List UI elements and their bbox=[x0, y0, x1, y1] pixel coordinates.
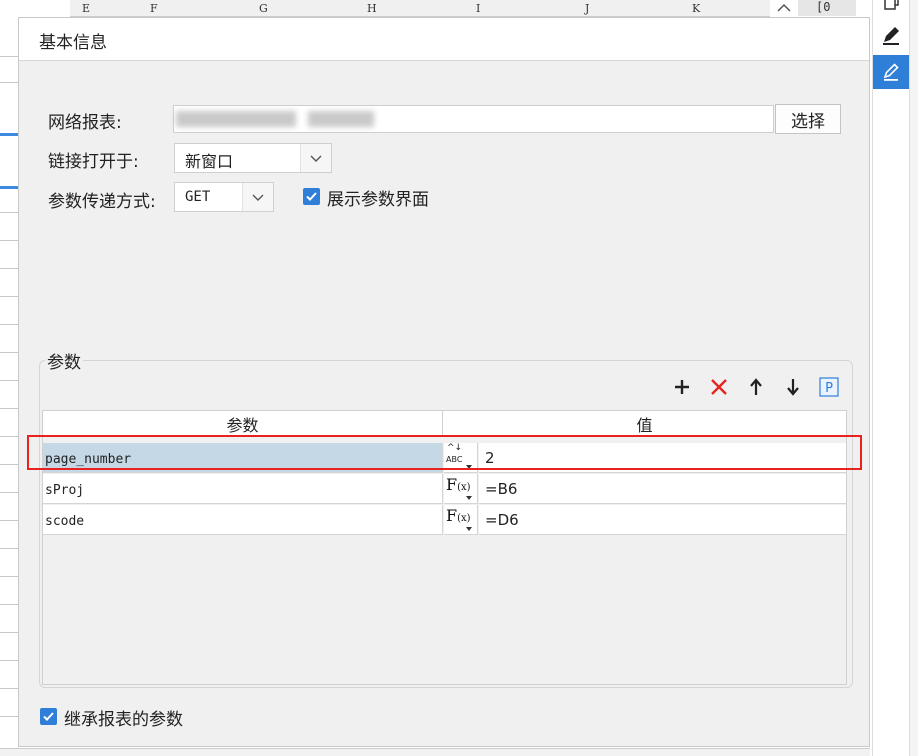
fx-letter: F bbox=[446, 506, 458, 525]
grid-corner-label: [0 bbox=[798, 0, 856, 16]
row-divider bbox=[0, 464, 18, 465]
column-header-f[interactable]: F bbox=[150, 2, 158, 15]
column-header-param: 参数 bbox=[43, 411, 443, 437]
chevron-down-icon[interactable] bbox=[242, 183, 273, 211]
param-pass-value: GET bbox=[185, 189, 211, 205]
add-icon[interactable] bbox=[671, 376, 693, 398]
link-open-label: 链接打开于: bbox=[48, 152, 139, 172]
redacted-text bbox=[308, 111, 374, 127]
redacted-text bbox=[176, 111, 296, 127]
show-param-ui-label[interactable]: 展示参数界面 bbox=[327, 185, 429, 210]
pencil-icon[interactable] bbox=[873, 18, 909, 52]
row-divider bbox=[0, 268, 18, 269]
column-header-g[interactable]: G bbox=[259, 2, 268, 15]
param-value-cell[interactable]: =D6 bbox=[479, 505, 846, 535]
right-toolbar bbox=[872, 0, 918, 756]
dialog-title: 基本信息 bbox=[39, 33, 107, 53]
row-divider bbox=[0, 324, 18, 325]
row-divider bbox=[0, 352, 18, 353]
edit-active-icon[interactable] bbox=[873, 55, 909, 89]
show-param-ui-checkbox[interactable] bbox=[303, 188, 320, 205]
row-divider bbox=[0, 436, 18, 437]
param-pass-select[interactable]: GET bbox=[174, 182, 274, 212]
row-selection-accent bbox=[0, 133, 18, 136]
param-name-cell[interactable]: scode bbox=[43, 505, 443, 535]
dialog-header: 基本信息 bbox=[19, 18, 869, 61]
select-report-button[interactable]: 选择 bbox=[775, 104, 841, 134]
column-header-bar: E F G H I J K bbox=[70, 0, 770, 17]
formula-fx-icon[interactable]: F(x) bbox=[444, 505, 478, 535]
row-divider bbox=[0, 520, 18, 521]
row-selection-accent bbox=[0, 186, 18, 189]
move-up-icon[interactable] bbox=[745, 376, 767, 398]
inherit-params-checkbox[interactable] bbox=[40, 708, 57, 725]
column-header-j[interactable]: J bbox=[585, 2, 589, 15]
row-divider bbox=[0, 82, 18, 83]
svg-text:P: P bbox=[825, 381, 833, 396]
scroll-up-icon[interactable] bbox=[772, 0, 796, 18]
row-divider bbox=[0, 408, 18, 409]
row-divider bbox=[0, 240, 18, 241]
params-group-title: 参数 bbox=[45, 348, 83, 373]
type-dropdown-icon[interactable] bbox=[466, 527, 472, 531]
inherit-params-label[interactable]: 继承报表的参数 bbox=[64, 705, 183, 730]
fx-label: F(x) bbox=[446, 475, 471, 494]
delete-icon[interactable] bbox=[708, 376, 730, 398]
row-divider bbox=[0, 688, 18, 689]
link-open-select[interactable]: 新窗口 bbox=[174, 143, 332, 173]
copy-icon[interactable] bbox=[873, 0, 909, 20]
param-pass-label: 参数传递方式: bbox=[48, 192, 156, 212]
row-divider bbox=[0, 380, 18, 381]
basic-info-dialog: 基本信息 网络报表: 选择 链接打开于: 新窗口 参数传递方式: GET 展示参… bbox=[18, 17, 870, 747]
parameter-p-icon[interactable]: P bbox=[818, 376, 840, 398]
link-open-value: 新窗口 bbox=[185, 152, 234, 171]
fx-letter: F bbox=[446, 475, 458, 494]
fx-sub: (x) bbox=[457, 513, 471, 524]
formula-fx-icon[interactable]: F(x) bbox=[444, 474, 478, 504]
param-name-cell[interactable]: sProj bbox=[43, 474, 443, 504]
row-divider bbox=[0, 548, 18, 549]
table-row[interactable]: scode F(x) =D6 bbox=[43, 505, 846, 535]
row-divider bbox=[0, 632, 18, 633]
fx-label: F(x) bbox=[446, 506, 471, 525]
fx-sub: (x) bbox=[457, 482, 471, 493]
sheet-bottom-strip bbox=[0, 748, 870, 756]
report-path-field[interactable] bbox=[173, 105, 774, 133]
row-divider bbox=[0, 604, 18, 605]
column-header-i[interactable]: I bbox=[476, 2, 480, 15]
column-header-h[interactable]: H bbox=[367, 2, 377, 15]
row-divider bbox=[0, 716, 18, 717]
row-divider bbox=[0, 56, 18, 57]
row-divider bbox=[0, 492, 18, 493]
type-dropdown-icon[interactable] bbox=[466, 496, 472, 500]
row-divider bbox=[0, 296, 18, 297]
column-header-e[interactable]: E bbox=[82, 2, 90, 15]
chevron-down-icon[interactable] bbox=[300, 144, 331, 172]
report-label: 网络报表: bbox=[48, 113, 122, 133]
right-scroll-edge bbox=[909, 0, 918, 756]
grid-corner-text: [0 bbox=[816, 0, 831, 14]
param-value-cell[interactable]: =B6 bbox=[479, 474, 846, 504]
column-header-k[interactable]: K bbox=[692, 2, 700, 15]
move-down-icon[interactable] bbox=[782, 376, 804, 398]
row-divider bbox=[0, 212, 18, 213]
table-row[interactable]: sProj F(x) =B6 bbox=[43, 474, 846, 504]
column-header-value: 值 bbox=[443, 411, 846, 437]
row-divider bbox=[0, 660, 18, 661]
selection-highlight-box bbox=[27, 435, 862, 470]
row-divider bbox=[0, 576, 18, 577]
